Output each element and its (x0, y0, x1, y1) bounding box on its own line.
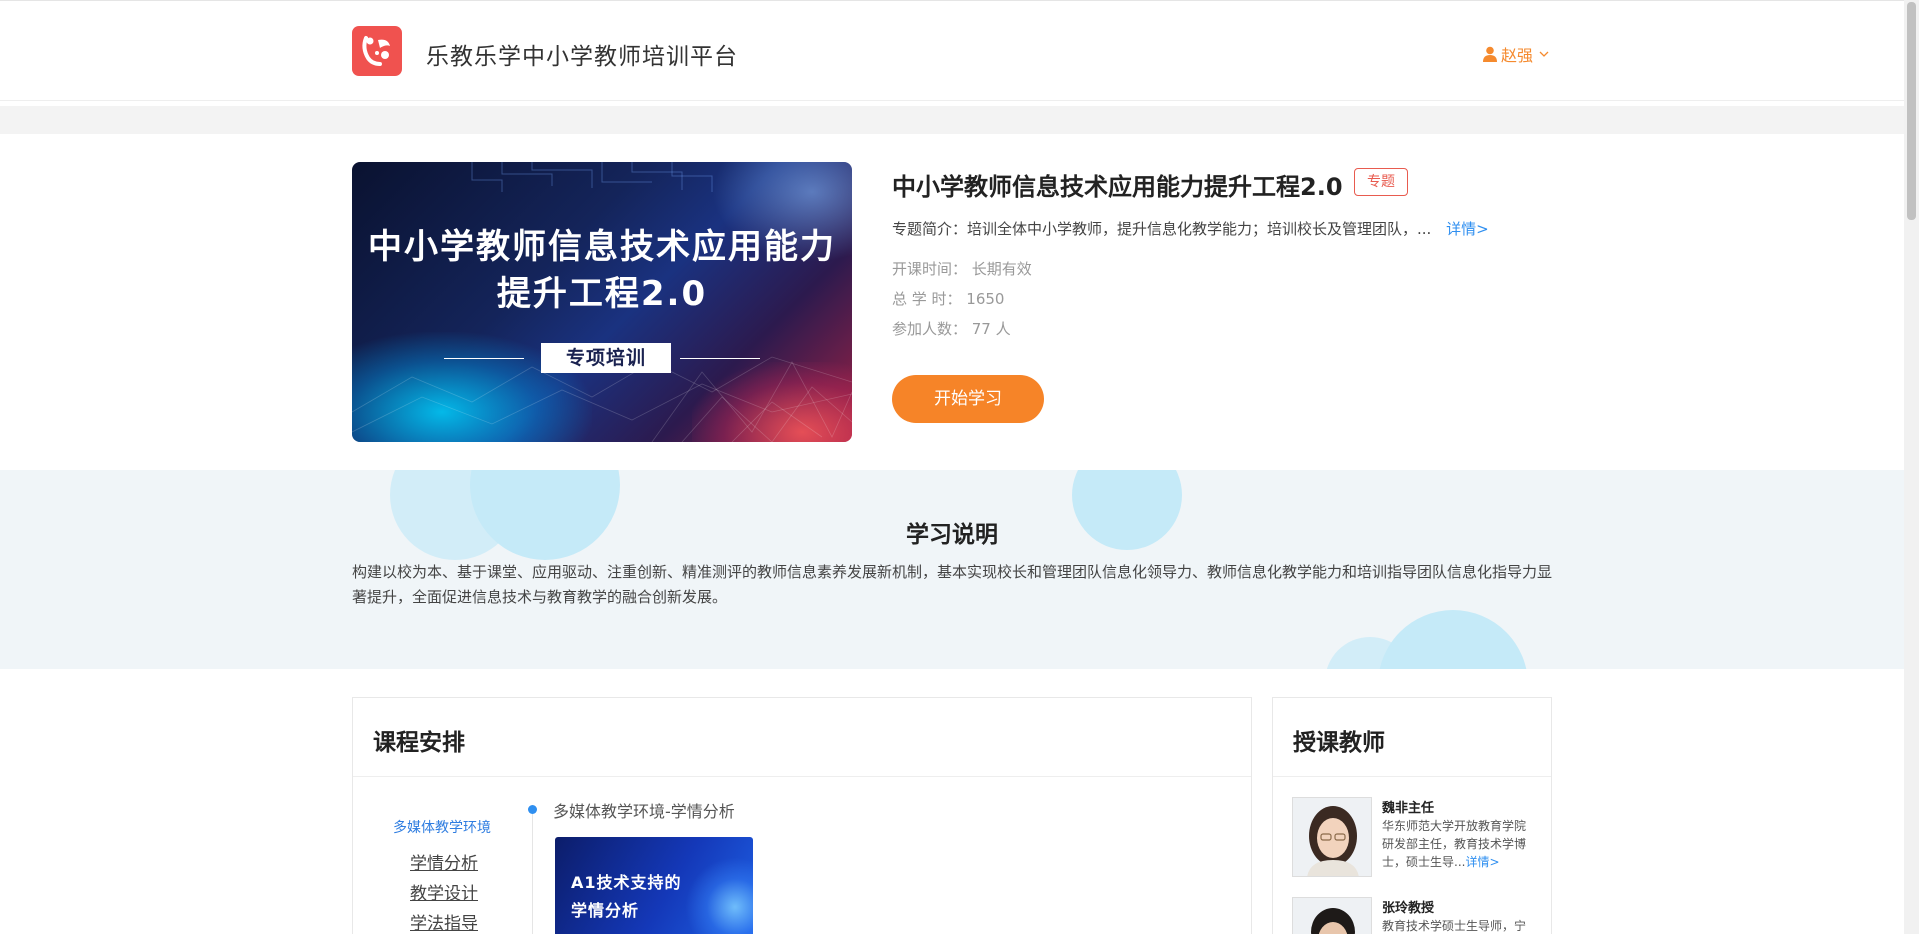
lesson-thumbnail[interactable]: A1技术支持的 学情分析 (555, 837, 753, 934)
teacher-name: 张玲教授 (1382, 901, 1435, 916)
schedule-header: 课程安排 (353, 698, 1251, 777)
decor-bubble (1378, 610, 1528, 669)
teacher-desc-text: 华东师范大学开放教育学院研发部主任，教育技术学博士，硕士生导... (1382, 819, 1527, 869)
lesson-title[interactable]: 多媒体教学环境-学情分析 (553, 798, 735, 822)
schedule-panel: 课程安排 (352, 697, 1252, 934)
category-active[interactable]: 多媒体教学环境 (393, 817, 491, 837)
course-start-time: 开课时间： 长期有效 (892, 260, 1032, 278)
thumb-text-line2: 学情分析 (571, 901, 640, 920)
thumb-text-line1: A1技术支持的 (571, 873, 682, 892)
banner-title-line1: 中小学教师信息技术应用能力 (368, 227, 836, 267)
thumb-glow (685, 857, 753, 934)
course-total-hours: 总 学 时： 1650 (892, 290, 1005, 308)
study-text: 构建以校为本、基于课堂、应用驱动、注重创新、精准测评的教师信息素养发展新机制，基… (352, 563, 1553, 606)
banner-tag: 专项培训 (541, 343, 671, 373)
user-icon (1483, 46, 1497, 62)
site-logo[interactable] (352, 26, 402, 76)
tagline-rule (444, 358, 524, 359)
course-banner-image: 中小学教师信息技术应用能力 提升工程2.0 专项培训 (352, 162, 852, 442)
teacher-avatar (1292, 797, 1372, 877)
course-title: 中小学教师信息技术应用能力提升工程2.0 (892, 173, 1343, 201)
course-participants: 参加人数： 77 人 (892, 320, 1011, 338)
course-intro-text: 专题简介：培训全体中小学教师，提升信息化教学能力；培训校长及管理团队，... (892, 220, 1432, 238)
site-title: 乐教乐学中小学教师培训平台 (426, 44, 738, 70)
teacher-card[interactable]: 魏非主任 华东师范大学开放教育学院研发部主任，教育技术学博士，硕士生导...详情… (1292, 797, 1532, 877)
banner-title-line2: 提升工程2.0 (496, 274, 708, 314)
topic-badge: 专题 (1354, 168, 1408, 196)
course-intro: 专题简介：培训全体中小学教师，提升信息化教学能力；培训校长及管理团队，... 详… (892, 218, 1489, 239)
timeline-line (532, 812, 533, 934)
teacher-name: 魏非主任 (1382, 801, 1435, 816)
category-item[interactable]: 学情分析 (410, 849, 478, 874)
top-header: 乐教乐学中小学教师培训平台 赵强 (0, 0, 1904, 101)
study-title: 学习说明 (906, 522, 998, 548)
schedule-title: 课程安排 (373, 730, 465, 756)
tagline-rule (680, 358, 760, 359)
intro-details-link[interactable]: 详情> (1446, 220, 1489, 238)
teacher-card[interactable]: 张玲教授 教育技术学硕士生导师，宁 (1292, 897, 1532, 934)
teacher-details-link[interactable]: 详情> (1465, 855, 1499, 869)
teacher-avatar (1292, 897, 1372, 934)
banner-tagline: 专项培训 (444, 343, 760, 373)
category-item[interactable]: 教学设计 (410, 879, 478, 904)
teachers-title: 授课教师 (1293, 730, 1385, 756)
page-scrollbar[interactable] (1904, 0, 1919, 934)
category-item[interactable]: 学法指导 (410, 909, 478, 934)
header-divider-band (0, 106, 1904, 134)
scrollbar-thumb[interactable] (1907, 2, 1916, 220)
timeline-dot (528, 805, 537, 814)
start-learning-button[interactable]: 开始学习 (892, 375, 1044, 423)
chevron-down-icon (1539, 51, 1549, 57)
teacher-desc: 教育技术学硕士生导师，宁 (1382, 919, 1527, 933)
user-menu[interactable]: 赵强 (1483, 42, 1549, 66)
user-name: 赵强 (1501, 46, 1534, 65)
teachers-header: 授课教师 (1273, 698, 1551, 777)
teacher-desc: 华东师范大学开放教育学院研发部主任，教育技术学博士，硕士生导...详情> (1382, 817, 1532, 871)
